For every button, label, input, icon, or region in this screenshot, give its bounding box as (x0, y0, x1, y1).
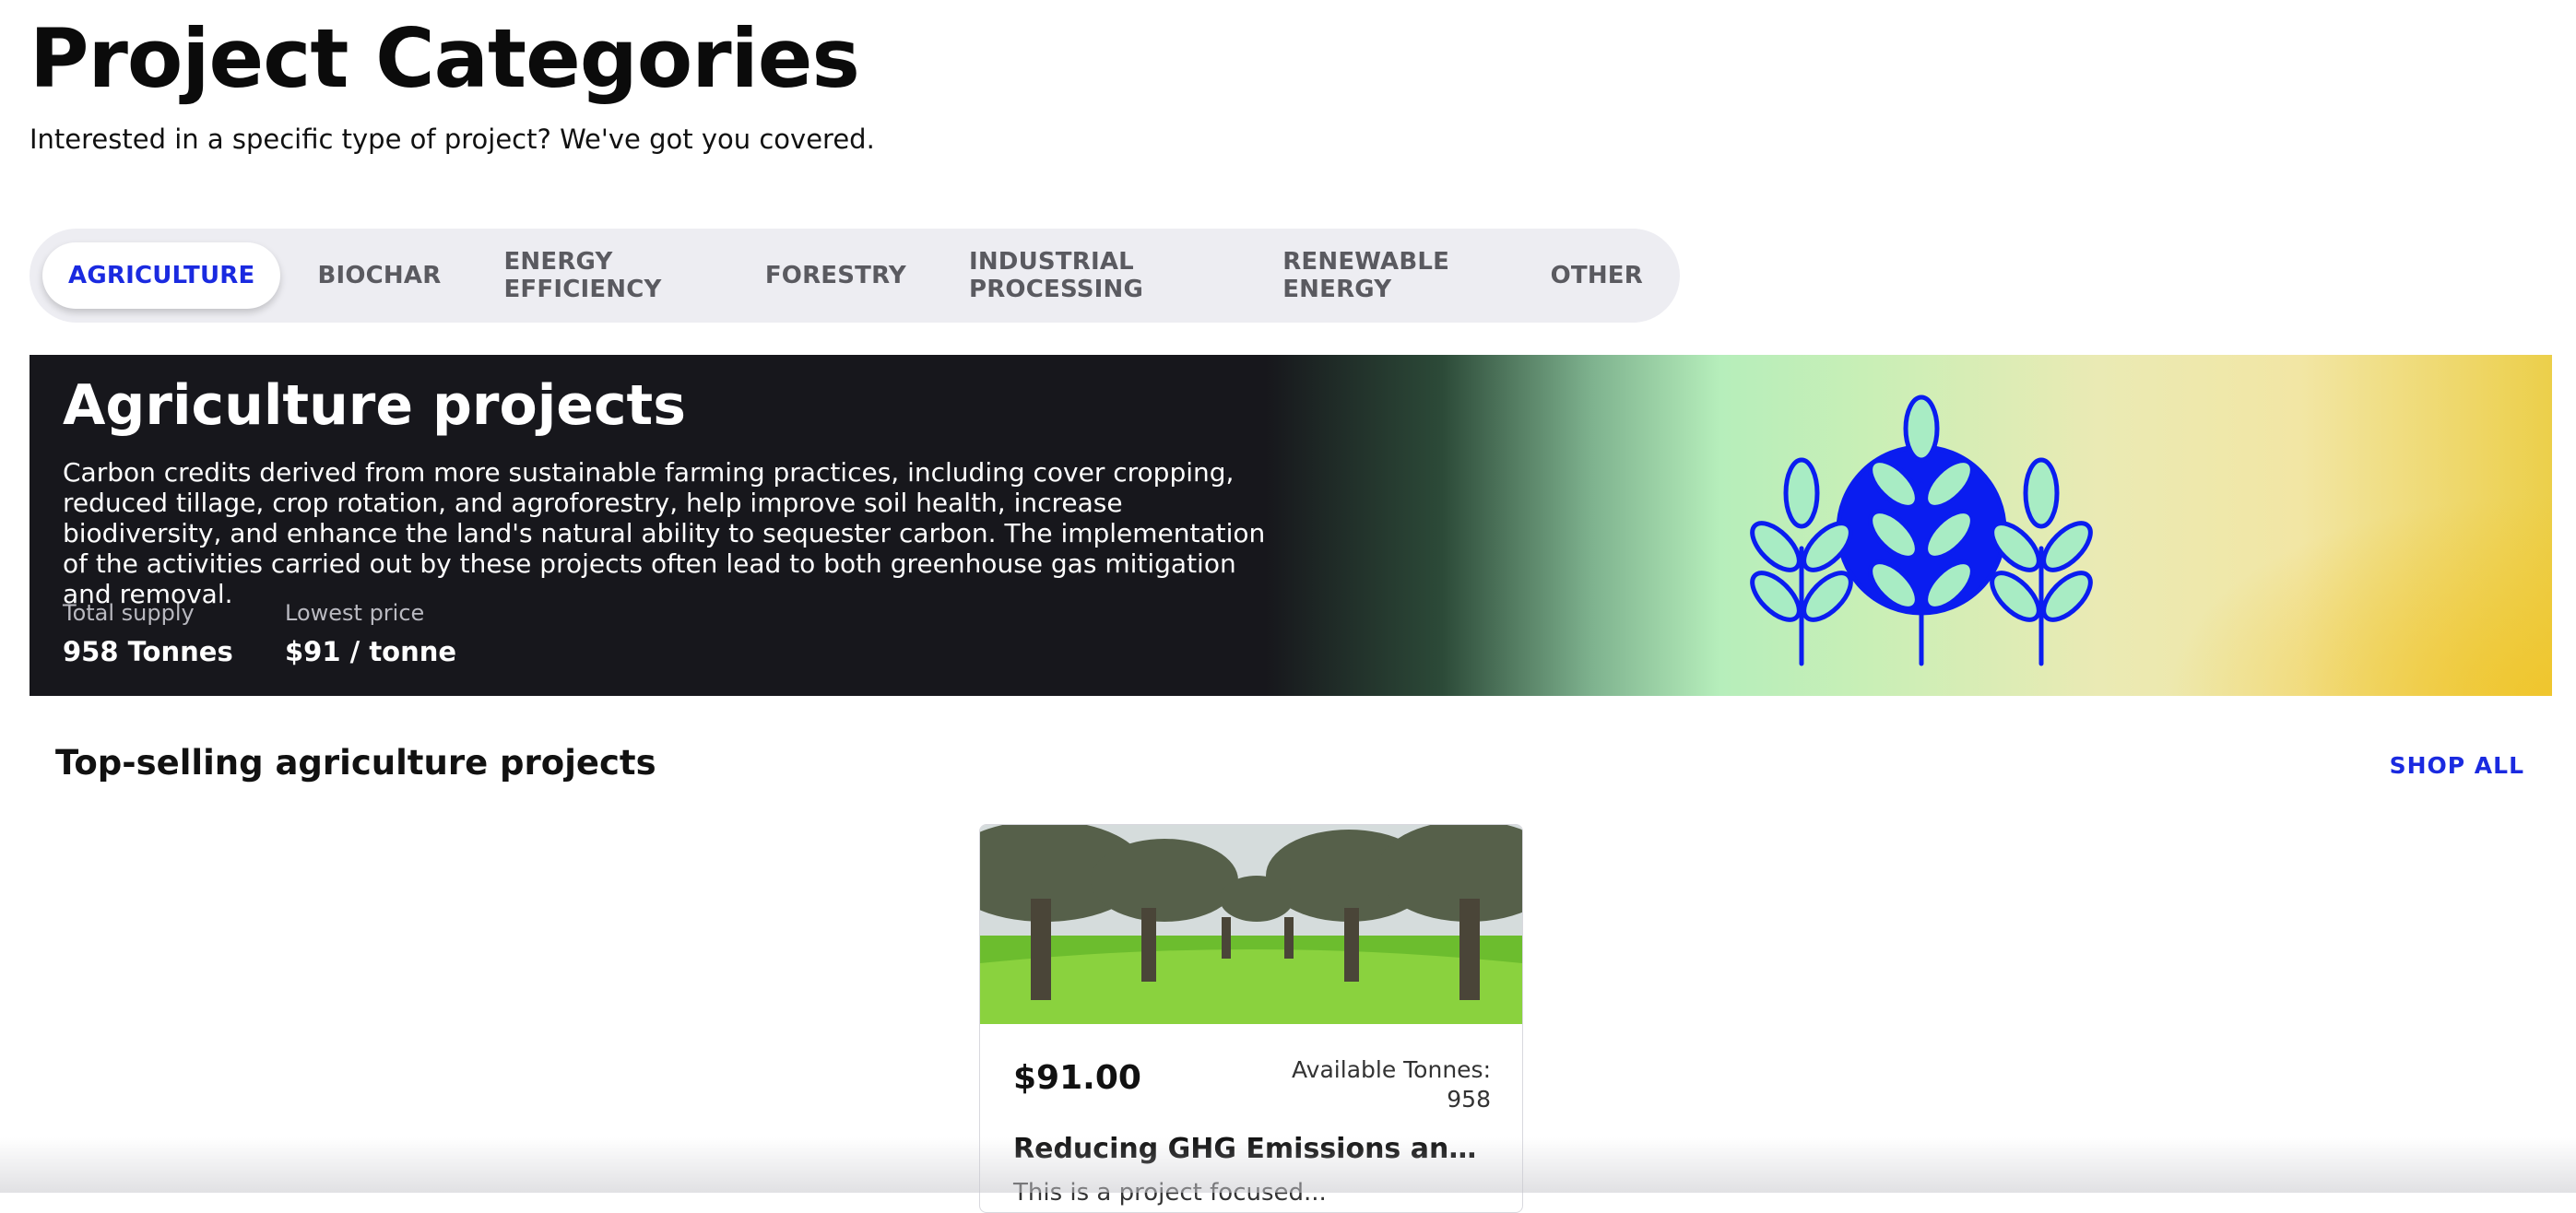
olive-grove-photo (980, 825, 1522, 1024)
tab-agriculture[interactable]: AGRICULTURE (42, 242, 281, 309)
tab-biochar[interactable]: BIOCHAR (291, 242, 467, 309)
shop-all-link[interactable]: SHOP ALL (2390, 752, 2524, 779)
project-card[interactable]: $91.00 Available Tonnes: 958 Reducing GH… (979, 824, 1523, 1213)
category-hero-banner: Agriculture projects Carbon credits deri… (30, 355, 2552, 696)
card-project-name[interactable]: Reducing GHG Emissions and Increasing Ca… (1013, 1133, 1493, 1165)
lowest-price-label: Lowest price (285, 600, 425, 626)
available-tonnes: Available Tonnes: 958 (1292, 1055, 1491, 1114)
hero-description: Carbon credits derived from more sustain… (63, 457, 1266, 609)
tab-energy-efficiency[interactable]: ENERGY EFFICIENCY (478, 242, 727, 309)
tab-other[interactable]: OTHER (1525, 242, 1669, 309)
card-description: This is a project focused... (1013, 1179, 1327, 1207)
tab-forestry[interactable]: FORESTRY (739, 242, 932, 309)
tab-renewable-energy[interactable]: RENEWABLE ENERGY (1257, 242, 1513, 309)
page-title: Project Categories (30, 11, 860, 106)
tree-illustration (980, 825, 1522, 1024)
wheat-icon (1750, 395, 2093, 666)
tab-industrial-processing[interactable]: INDUSTRIAL PROCESSING (943, 242, 1246, 309)
available-tonnes-value: 958 (1447, 1086, 1491, 1113)
section-title: Top-selling agriculture projects (55, 743, 656, 783)
hero-glow (2165, 493, 2552, 696)
page-subtitle: Interested in a specific type of project… (30, 124, 875, 155)
total-supply-label: Total supply (63, 600, 195, 626)
hero-title: Agriculture projects (63, 373, 686, 438)
available-tonnes-label: Available Tonnes: (1292, 1056, 1491, 1083)
category-tabs: AGRICULTURE BIOCHAR ENERGY EFFICIENCY FO… (30, 229, 1680, 323)
lowest-price-value: $91 / tonne (285, 636, 457, 667)
card-price: $91.00 (1013, 1059, 1141, 1097)
total-supply-value: 958 Tonnes (63, 636, 233, 667)
